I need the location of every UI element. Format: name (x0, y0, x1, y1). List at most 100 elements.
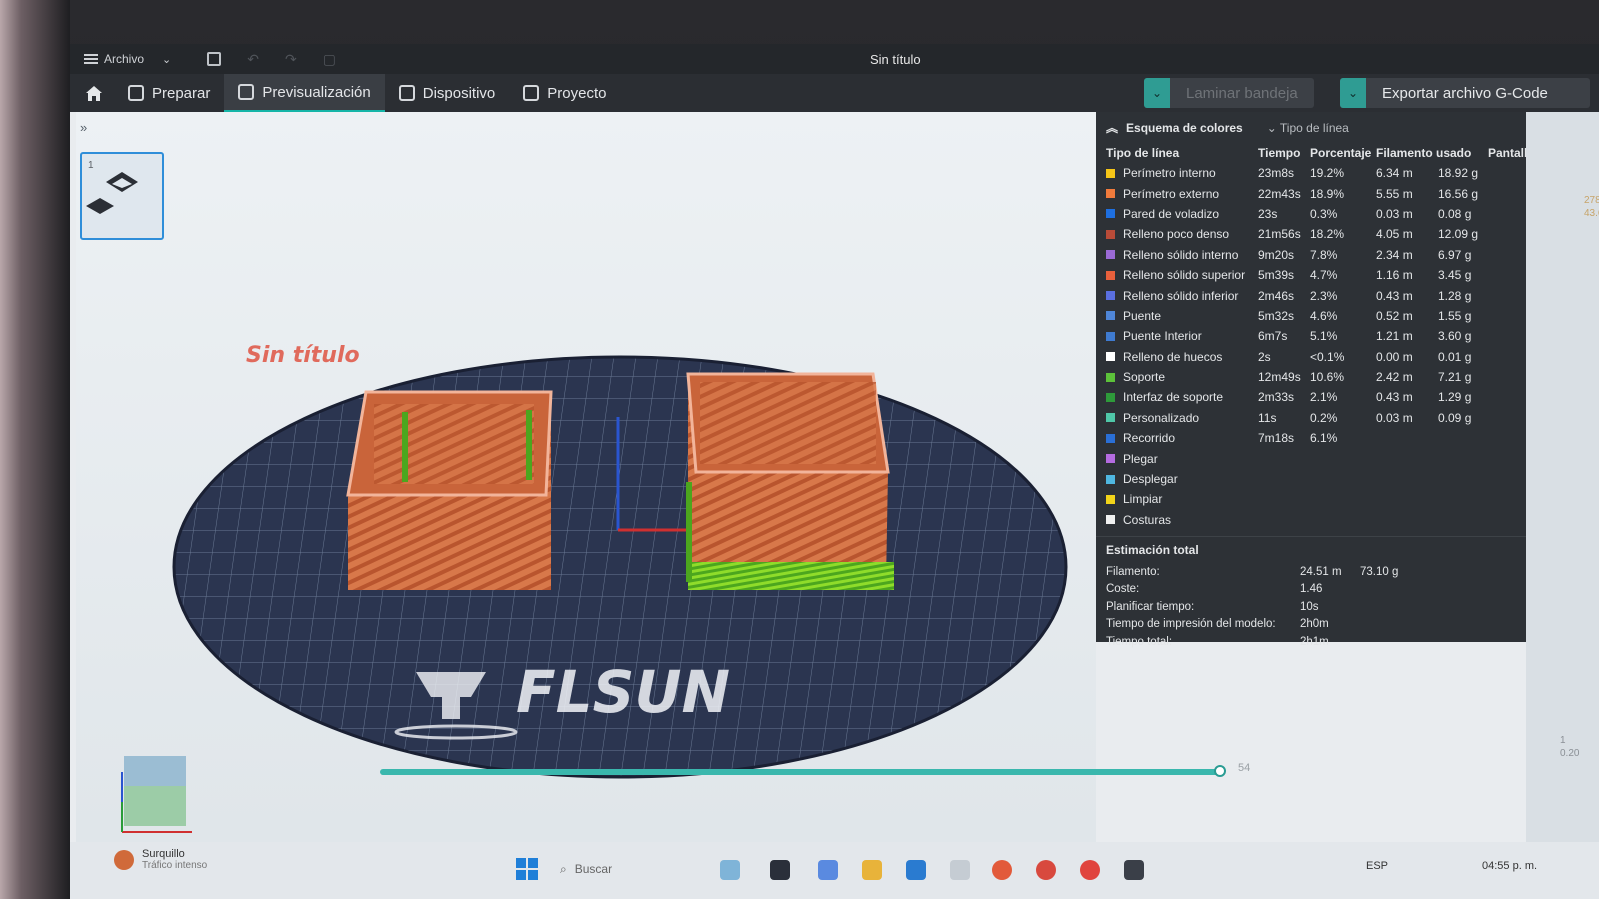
view-type-dropdown[interactable]: ⌄ Tipo de línea (1267, 121, 1349, 135)
legend-row[interactable]: Puente Interior6m7s5.1%1.21 m3.60 g✓ (1096, 326, 1534, 346)
legend-row-weight: 0.01 g (1438, 349, 1472, 364)
cube-icon (128, 85, 144, 101)
legend-row[interactable]: Recorrido 7m18s 6.1% (1096, 428, 1526, 448)
legend-row-percent: 4.6% (1310, 308, 1338, 323)
save-icon[interactable] (207, 52, 222, 66)
legend-row-label: Relleno poco denso (1123, 227, 1230, 242)
legend-row[interactable]: Relleno sólido inferior 2m46s 2.3% 0.43 m 1.… (1096, 285, 1534, 305)
legend-row[interactable]: Desplegar (1096, 469, 1526, 489)
left-print-object (346, 390, 553, 590)
tab-prepare-label: Preparar (152, 84, 211, 102)
estimate-value: 10s (1300, 600, 1319, 613)
chrome-profile-icon[interactable] (1036, 860, 1056, 880)
redo-icon[interactable]: ↷ (285, 51, 297, 68)
legend-row-time: 5m39s (1258, 268, 1295, 283)
legend-row-name: Recorrido (1106, 431, 1258, 445)
chrome-icon[interactable] (992, 860, 1012, 880)
3d-viewport[interactable]: » 1 Sin título FLSUN (76, 112, 1096, 899)
legend-row[interactable]: Interfaz de soporte 2m33s 2.1% 0.43 m 1.29 g… (1096, 387, 1534, 407)
bezel-left-edge (0, 0, 70, 899)
legend-row-percent: 0.2% (1310, 410, 1338, 425)
legend-row[interactable]: Personalizado11s0.2%0.03 m0.09 g✓ (1096, 408, 1534, 428)
legend-row-name: Perímetro interno (1106, 166, 1258, 180)
legend-row[interactable]: Relleno de huecos2s<0.1%0.00 m0.01 g✓ (1096, 347, 1534, 367)
legend-row-label: Puente (1123, 308, 1162, 323)
task-view-icon[interactable] (770, 860, 790, 880)
tab-preview[interactable]: Previsualización (224, 74, 385, 112)
estimate-row: Tiempo de impresión del modelo: 2h0m (1096, 616, 1526, 634)
legend-row-label: Personalizado (1123, 410, 1200, 425)
legend-column-headers: Tipo de línea Tiempo Porcentaje Filament… (1096, 143, 1534, 163)
legend-row[interactable]: Soporte12m49s10.6%2.42 m7.21 g✓ (1096, 367, 1534, 387)
export-gcode-button[interactable]: ⌄ Exportar archivo G-Code (1340, 78, 1590, 108)
snipping-tool-icon[interactable] (950, 860, 970, 880)
legend-row-weight: 3.60 g (1438, 329, 1472, 344)
legend-row-name: Relleno sólido superior (1106, 268, 1258, 282)
legend-row-percent: 7.8% (1310, 247, 1338, 262)
color-swatch (1106, 189, 1115, 199)
legend-row-length: 1.21 m (1376, 329, 1413, 344)
weather-widget[interactable]: Surquillo Tráfico intenso (114, 848, 207, 871)
legend-row[interactable]: Perímetro interno 23m8s 19.2% 6.34 m 18.92 g… (1096, 163, 1534, 183)
tab-prepare[interactable]: Preparar (114, 74, 224, 112)
color-swatch (1106, 494, 1115, 504)
widgets-app-icon[interactable] (720, 860, 740, 880)
color-swatch (1106, 250, 1115, 260)
legend-row-time: 5m32s (1258, 308, 1295, 323)
slice-dropdown-icon[interactable]: ⌄ (1144, 78, 1170, 108)
opera-icon[interactable] (1080, 860, 1100, 880)
legend-row-name: Limpiar (1106, 492, 1258, 506)
calibrate-icon[interactable]: ▢ (323, 51, 336, 68)
legend-row[interactable]: Relleno poco denso 21m56s 18.2% 4.05 m 12.09… (1096, 224, 1534, 244)
legend-row-label: Relleno sólido interno (1123, 247, 1239, 262)
tab-device[interactable]: Dispositivo (385, 74, 510, 112)
outlook-icon[interactable] (906, 860, 926, 880)
legend-row-weight: 0.08 g (1438, 206, 1472, 221)
taskbar-search[interactable]: ⌕ Buscar (560, 856, 690, 882)
tab-preview-label: Previsualización (262, 83, 371, 101)
file-menu-button[interactable]: Archivo (84, 52, 144, 66)
slice-plate-button[interactable]: ⌄ Laminar bandeja (1144, 78, 1314, 108)
legend-row-length: 4.05 m (1376, 227, 1413, 242)
clock[interactable]: 04:55 p. m. (1482, 860, 1537, 872)
legend-row[interactable]: Limpiar (1096, 489, 1526, 509)
search-icon: ⌕ (560, 861, 567, 876)
estimate-value: 24.51 m (1300, 565, 1342, 578)
slicer-app-icon[interactable] (1124, 860, 1144, 880)
legend-row-label: Pared de voladizo (1123, 206, 1220, 221)
legend-row-weight: 16.56 g (1438, 186, 1479, 201)
gcode-progress-slider[interactable] (380, 769, 1220, 775)
plate-scene: Sin título FLSUN 01 (172, 343, 1068, 779)
legend-row-name: Soporte (1106, 370, 1258, 384)
legend-row[interactable]: Relleno sólido superior 5m39s 4.7% 1.16 m 3.… (1096, 265, 1534, 285)
legend-row[interactable]: Perímetro externo 22m43s 18.9% 5.55 m 16.56 … (1096, 183, 1534, 203)
legend-row-length: 5.55 m (1376, 186, 1413, 201)
language-indicator[interactable]: ESP (1366, 860, 1388, 872)
home-button[interactable] (74, 74, 114, 112)
legend-header[interactable]: ︽ Esquema de colores ⌄ Tipo de línea (1096, 112, 1526, 143)
legend-row-length: 0.03 m (1376, 410, 1413, 425)
legend-row-time: 2m46s (1258, 288, 1295, 303)
tab-device-label: Dispositivo (422, 84, 496, 102)
undo-icon[interactable]: ↶ (247, 51, 259, 68)
legend-row[interactable]: Puente5m32s4.6%0.52 m1.55 g✓ (1096, 306, 1534, 326)
export-dropdown-icon[interactable]: ⌄ (1340, 78, 1366, 108)
copilot-icon[interactable] (818, 860, 838, 880)
legend-row[interactable]: Relleno sólido interno 9m20s 7.8% 2.34 m 6.9… (1096, 245, 1534, 265)
collapse-up-icon[interactable]: ︽ (1106, 119, 1118, 136)
view-type-label: Tipo de línea (1279, 120, 1349, 135)
legend-row[interactable]: Costuras✓ (1096, 510, 1534, 530)
home-icon (86, 86, 102, 101)
estimate-label: Coste: (1106, 583, 1140, 596)
legend-row-name: Interfaz de soporte (1106, 390, 1258, 404)
legend-row-length: 1.16 m (1376, 268, 1413, 283)
legend-row-weight: 3.45 g (1438, 268, 1472, 283)
windows-start-icon[interactable] (516, 858, 538, 880)
legend-row[interactable]: Plegar (1096, 448, 1526, 468)
file-explorer-icon[interactable] (862, 860, 882, 880)
legend-row[interactable]: Pared de voladizo23s0.3%0.03 m0.08 g✓ (1096, 204, 1534, 224)
slider-handle[interactable] (1214, 765, 1226, 777)
chevron-down-icon[interactable]: ⌄ (162, 53, 171, 66)
legend-row-length: 2.42 m (1376, 370, 1413, 385)
tab-project[interactable]: Proyecto (509, 74, 620, 112)
